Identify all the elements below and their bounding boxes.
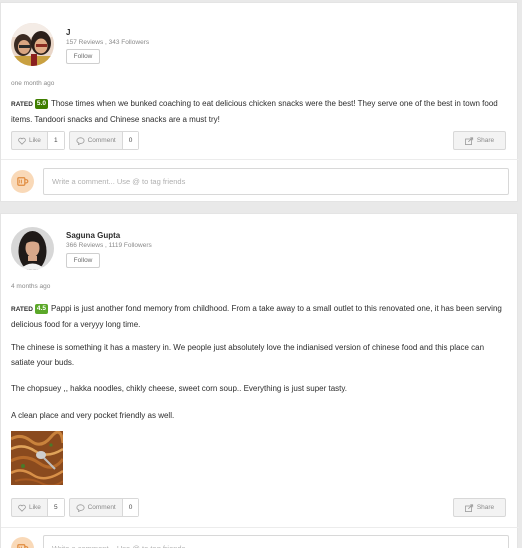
review-actions: Like 5 Comment 0 <box>11 498 140 517</box>
review-time[interactable]: one month ago <box>11 80 54 87</box>
review-paragraph: RATED 4.5 Pappi is just another fond memor… <box>11 301 507 332</box>
rated-label: RATED <box>11 306 33 313</box>
review-text: RATED 5.0 Those times when we bunked coach… <box>11 96 507 127</box>
heart-icon <box>18 137 26 145</box>
comment-label: Comment <box>87 504 116 511</box>
divider <box>1 527 519 528</box>
comment-input[interactable]: Write a comment... Use @ to tag friends <box>43 535 509 548</box>
review-body: Pappi is just another fond memory from c… <box>11 304 502 329</box>
user-stats: 157 Reviews , 343 Followers <box>66 39 150 46</box>
review-card: J 157 Reviews , 343 Followers Follow one… <box>0 2 519 202</box>
review-body: Those times when we bunked coaching to e… <box>11 99 498 124</box>
review-card: Saguna Gupta 366 Reviews , 1119 Follower… <box>0 213 519 548</box>
share-icon <box>464 136 473 145</box>
user-name[interactable]: J <box>66 28 70 37</box>
coffee-cup-icon <box>17 177 29 186</box>
heart-icon <box>18 504 26 512</box>
avatar[interactable] <box>11 227 54 270</box>
share-button[interactable]: Share <box>453 498 506 517</box>
coffee-cup-icon <box>17 544 29 548</box>
follow-button[interactable]: Follow <box>66 253 100 268</box>
like-label: Like <box>29 504 41 511</box>
comment-button[interactable]: Comment 0 <box>68 498 140 517</box>
comment-count[interactable]: 0 <box>121 132 139 149</box>
review-paragraph: The chopsuey ,, hakka noodles, chikly ch… <box>11 384 348 393</box>
speech-bubble-icon <box>76 136 85 145</box>
current-user-avatar <box>11 537 34 548</box>
like-label: Like <box>29 137 41 144</box>
review-photo[interactable] <box>11 431 63 485</box>
user-name[interactable]: Saguna Gupta <box>66 231 120 240</box>
follow-button[interactable]: Follow <box>66 49 100 64</box>
like-button[interactable]: Like 1 <box>11 131 65 150</box>
share-button[interactable]: Share <box>453 131 506 150</box>
review-paragraph: The chinese is something it has a master… <box>11 343 485 367</box>
like-count[interactable]: 1 <box>46 132 64 149</box>
divider <box>1 159 519 160</box>
review-time[interactable]: 4 months ago <box>11 283 50 290</box>
rating-badge: 5.0 <box>34 99 48 109</box>
share-label: Share <box>476 504 495 511</box>
review-paragraph: A clean place and very pocket friendly a… <box>11 411 175 420</box>
share-label: Share <box>476 137 495 144</box>
share-icon <box>464 503 473 512</box>
like-count[interactable]: 5 <box>46 499 64 516</box>
rated-label: RATED <box>11 101 33 108</box>
like-button[interactable]: Like 5 <box>11 498 65 517</box>
avatar[interactable] <box>11 23 54 66</box>
user-stats: 366 Reviews , 1119 Followers <box>66 242 152 249</box>
rating-badge: 4.5 <box>34 304 48 314</box>
comment-count[interactable]: 0 <box>121 499 139 516</box>
current-user-avatar <box>11 170 34 193</box>
comment-input[interactable]: Write a comment... Use @ to tag friends <box>43 168 509 195</box>
comment-label: Comment <box>87 137 116 144</box>
speech-bubble-icon <box>76 503 85 512</box>
comment-button[interactable]: Comment 0 <box>68 131 140 150</box>
review-actions: Like 1 Comment 0 <box>11 131 140 150</box>
review-paragraph: RATED 5.0 Those times when we bunked coach… <box>11 96 507 127</box>
